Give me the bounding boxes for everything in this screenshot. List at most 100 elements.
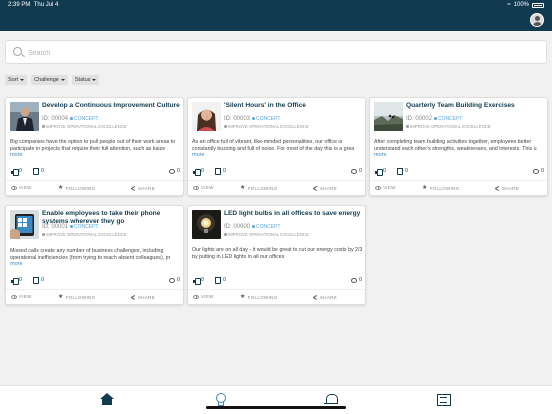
share-button[interactable]: SHARE xyxy=(494,185,519,191)
share-label: SHARE xyxy=(320,294,338,300)
dislike-button[interactable]: 0 xyxy=(33,277,44,284)
idea-id: ID: 00000 xyxy=(224,224,251,230)
idea-meta: ID: 00003 CONCEPT xyxy=(224,116,280,122)
idea-title[interactable]: Develop a Continuous Improvement Culture xyxy=(42,102,182,110)
following-label: FOLLOWING xyxy=(429,185,460,191)
idea-card[interactable]: Develop a Continuous Improvement Culture… xyxy=(5,97,184,196)
like-button[interactable]: 0 xyxy=(375,168,387,176)
dislike-button[interactable]: 0 xyxy=(215,168,226,175)
thumbs-up-icon xyxy=(193,168,201,176)
more-link[interactable]: more xyxy=(10,261,23,267)
comment-button[interactable]: 0 xyxy=(350,277,362,283)
share-button[interactable]: SHARE xyxy=(312,185,337,191)
card-actions: VIEW ★ FOLLOWING SHARE xyxy=(6,184,183,193)
idea-description: After completing team building activitie… xyxy=(374,139,537,152)
view-button[interactable]: VIEW xyxy=(193,294,214,299)
share-button[interactable]: SHARE xyxy=(312,294,337,300)
view-label: VIEW xyxy=(201,185,214,190)
following-button[interactable]: ★ FOLLOWING xyxy=(58,185,95,191)
idea-meta: ID: 00000 CONCEPT xyxy=(224,224,280,230)
eye-icon xyxy=(375,185,381,190)
challenge-dot-icon xyxy=(42,233,45,237)
sort-filter[interactable]: Sort xyxy=(5,75,28,85)
dislike-button[interactable]: 0 xyxy=(33,168,44,175)
comment-icon xyxy=(532,168,539,174)
more-link[interactable]: more xyxy=(192,152,205,158)
thumbs-up-icon xyxy=(193,277,201,285)
comment-button[interactable]: 0 xyxy=(168,277,180,283)
view-button[interactable]: VIEW xyxy=(375,185,396,190)
idea-challenge-row: IMPROVE OPERATIONAL EXCELLENCE xyxy=(42,124,127,130)
view-button[interactable]: VIEW xyxy=(193,185,214,190)
more-link[interactable]: more xyxy=(374,152,387,158)
idea-title[interactable]: LED light bulbs in all offices to save e… xyxy=(224,210,364,218)
like-button[interactable]: 0 xyxy=(193,168,205,176)
status-time-label: 2:39 PM xyxy=(8,2,31,8)
thumbs-down-icon xyxy=(397,168,403,175)
idea-stats: 0 0 0 xyxy=(375,168,544,176)
user-avatar[interactable] xyxy=(530,13,544,27)
idea-title[interactable]: 'Silent Hours' in the Office xyxy=(224,102,364,110)
idea-card[interactable]: Quarterly Team Building Exercises ID: 00… xyxy=(369,97,548,196)
share-button[interactable]: SHARE xyxy=(130,294,155,300)
idea-card[interactable]: LED light bulbs in all offices to save e… xyxy=(187,205,366,305)
challenge-filter[interactable]: Challenge xyxy=(31,75,68,85)
status-date: Thu Jul 4 xyxy=(33,2,59,8)
like-button[interactable]: 0 xyxy=(193,277,204,285)
idea-title[interactable]: Enable employees to take their phone sys… xyxy=(42,210,182,225)
bell-icon[interactable] xyxy=(324,393,338,406)
idea-card[interactable]: 'Silent Hours' in the Office ID: 00003 CO… xyxy=(187,97,366,196)
battery-icon xyxy=(532,2,544,8)
view-button[interactable]: VIEW xyxy=(11,294,32,299)
following-button[interactable]: ★ FOLLOWING xyxy=(58,294,95,300)
idea-title[interactable]: Quarterly Team Building Exercises xyxy=(406,102,546,110)
home-indicator[interactable] xyxy=(206,406,346,409)
eye-icon xyxy=(11,185,17,190)
following-button[interactable]: ★ FOLLOWING xyxy=(240,294,277,300)
view-label: VIEW xyxy=(19,294,32,299)
idea-thumbnail xyxy=(10,102,39,131)
like-count: 0 xyxy=(201,168,205,174)
sort-filter-label: Sort xyxy=(8,77,19,83)
search-input[interactable] xyxy=(28,45,528,61)
comment-count: 0 xyxy=(358,168,362,174)
search-bar[interactable] xyxy=(5,40,547,64)
more-link[interactable]: more xyxy=(10,152,23,158)
comment-button[interactable]: 0 xyxy=(168,168,180,174)
following-button[interactable]: ★ FOLLOWING xyxy=(240,185,277,191)
home-icon[interactable] xyxy=(100,393,114,406)
stage-dot-icon xyxy=(252,225,256,229)
comment-count: 0 xyxy=(358,277,362,283)
idea-meta: ID: 00001 CONCEPT xyxy=(42,224,98,230)
chevron-down-icon xyxy=(20,79,25,81)
like-button[interactable]: 0 xyxy=(11,168,22,176)
stage-dot-icon xyxy=(252,117,256,121)
share-icon xyxy=(130,185,136,191)
dislike-button[interactable]: 0 xyxy=(397,168,408,175)
idea-challenge-row: IMPROVE OPERATIONAL EXCELLENCE xyxy=(224,124,309,130)
following-button[interactable]: ★ FOLLOWING xyxy=(422,185,459,191)
idea-meta: ID: 00002 CONCEPT xyxy=(406,116,462,122)
comment-icon xyxy=(168,168,175,174)
comment-button[interactable]: 0 xyxy=(532,168,544,174)
share-button[interactable]: SHARE xyxy=(130,185,155,191)
thumbs-up-icon xyxy=(375,168,383,176)
like-button[interactable]: 0 xyxy=(11,277,22,285)
stage-dot-icon xyxy=(70,225,74,229)
view-button[interactable]: VIEW xyxy=(11,185,32,190)
idea-thumbnail xyxy=(192,102,221,131)
idea-stage: CONCEPT xyxy=(256,224,281,230)
dislike-button[interactable]: 0 xyxy=(215,277,227,284)
status-filter[interactable]: Status xyxy=(71,75,100,85)
eye-icon xyxy=(11,294,17,299)
comment-button[interactable]: 0 xyxy=(350,168,362,174)
share-icon xyxy=(312,185,318,191)
following-label: FOLLOWING xyxy=(65,294,96,300)
status-bar: 2:39 PM Thu Jul 4 ≈ 100% xyxy=(0,0,552,10)
view-label: VIEW xyxy=(201,294,214,299)
like-count: 0 xyxy=(383,168,387,174)
dislike-count: 0 xyxy=(223,277,227,283)
lightbulb-icon[interactable] xyxy=(213,393,227,406)
idea-card[interactable]: Enable employees to take their phone sys… xyxy=(5,205,184,305)
list-icon[interactable] xyxy=(437,393,451,406)
